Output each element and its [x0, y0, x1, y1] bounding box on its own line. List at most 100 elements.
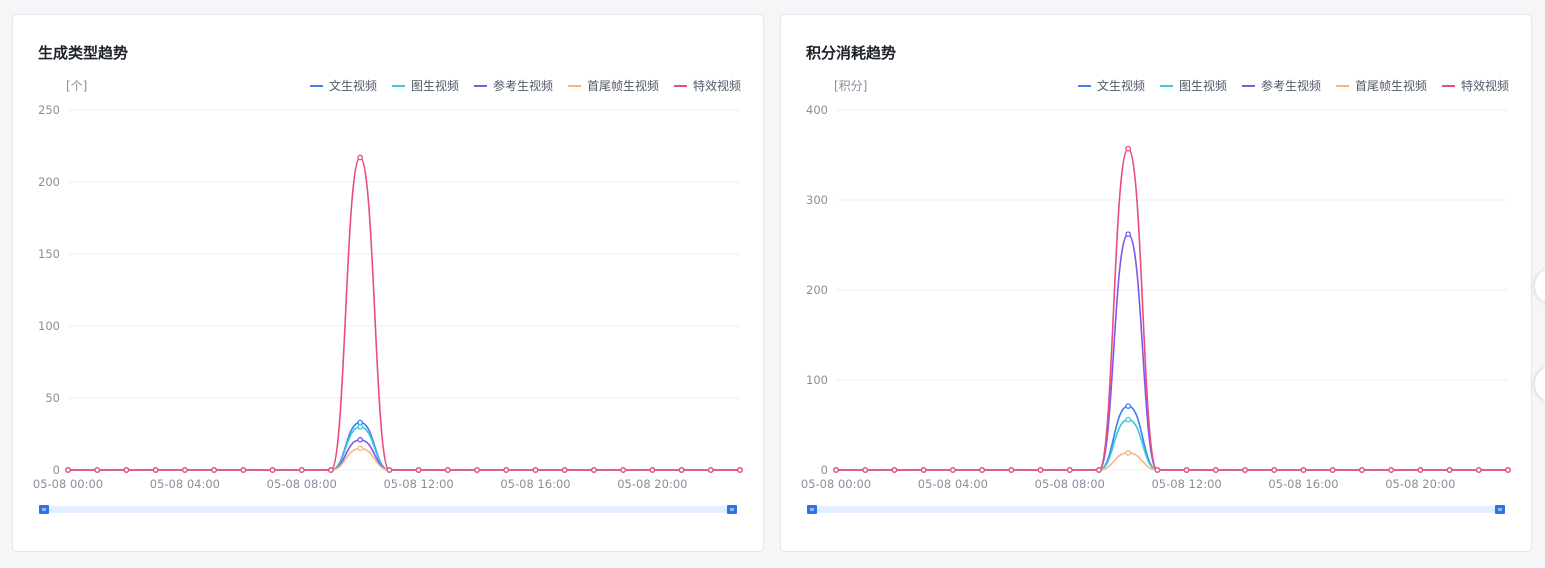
data-point	[891, 467, 898, 473]
series-line	[835, 452, 1508, 471]
data-point	[328, 467, 334, 473]
x-tick-label: 05-08 12:00	[1151, 477, 1221, 491]
data-point	[1417, 467, 1424, 473]
legend-label: 文生视频	[329, 78, 377, 93]
data-point	[182, 467, 188, 473]
zoom-slider-handle	[727, 505, 737, 514]
zoom-slider-track	[43, 506, 735, 513]
y-tick-label: 250	[38, 103, 60, 117]
data-point	[833, 467, 839, 473]
data-point	[1037, 467, 1044, 473]
points-consumption-card: 积分消耗趋势 [积分] 0 100 200 300 400 05-08 00:00 05-08…	[780, 14, 1532, 552]
data-point	[1154, 467, 1161, 473]
data-point	[152, 467, 159, 473]
data-point	[1271, 467, 1278, 473]
zoom-slider-track	[811, 506, 1503, 513]
x-tick-label: 05-08 00:00	[801, 477, 871, 491]
zoom-slider-handle	[807, 505, 817, 514]
series-line	[67, 421, 740, 471]
y-tick-label: 0	[821, 463, 828, 477]
x-tick-label: 05-08 20:00	[617, 477, 687, 491]
data-point	[1475, 467, 1482, 473]
x-tick-label: 05-08 04:00	[918, 477, 988, 491]
legend-label: 特效视频	[693, 78, 741, 93]
data-point	[1008, 467, 1015, 473]
data-point	[1300, 467, 1307, 473]
data-point	[591, 467, 597, 473]
series-line	[67, 156, 740, 471]
data-point	[357, 154, 364, 161]
data-point	[1125, 145, 1132, 152]
data-point	[1446, 467, 1453, 473]
x-tick-label: 05-08 16:00	[1268, 477, 1338, 491]
series-line	[835, 233, 1508, 471]
x-tick-label: 05-08 08:00	[1035, 477, 1105, 491]
side-toolbar-button[interactable]	[1535, 366, 1545, 402]
y-tick-label: 400	[806, 103, 828, 117]
data-point	[1125, 403, 1132, 409]
legend-label: 参考生视频	[493, 78, 553, 93]
y-tick-label: 150	[38, 247, 60, 261]
y-tick-label: 0	[53, 463, 60, 477]
data-point	[1125, 450, 1132, 456]
data-point	[532, 467, 539, 473]
data-point	[620, 467, 626, 473]
floating-side-toolbar[interactable]	[1535, 268, 1545, 468]
data-point	[737, 467, 743, 473]
data-point	[240, 467, 247, 473]
y-tick-label: 100	[38, 319, 60, 333]
data-point	[862, 467, 869, 473]
data-point	[415, 467, 422, 473]
data-point	[979, 467, 985, 473]
data-point	[357, 423, 364, 430]
data-point	[1183, 467, 1190, 473]
data-point	[1096, 467, 1102, 473]
data-point	[1242, 467, 1248, 473]
x-tick-label: 05-08 00:00	[33, 477, 103, 491]
data-point	[649, 467, 656, 473]
data-point	[707, 467, 714, 473]
x-tick-label: 05-08 12:00	[383, 477, 453, 491]
y-axis-label: [积分]	[834, 79, 867, 93]
data-point	[269, 467, 276, 473]
series-line	[835, 418, 1508, 471]
series-line	[67, 425, 740, 471]
y-axis-label: [个]	[66, 79, 87, 93]
data-point	[1212, 467, 1219, 473]
y-tick-label: 200	[38, 175, 60, 189]
zoom-slider-handle	[39, 505, 49, 514]
x-tick-label: 05-08 20:00	[1385, 477, 1455, 491]
data-point	[1066, 467, 1073, 473]
y-tick-label: 50	[45, 391, 60, 405]
data-point	[386, 467, 393, 473]
x-tick-label: 05-08 04:00	[150, 477, 220, 491]
legend-label: 文生视频	[1097, 78, 1145, 93]
side-toolbar-button[interactable]	[1535, 268, 1545, 304]
y-tick-label: 300	[806, 193, 828, 207]
data-point	[123, 467, 130, 473]
data-point	[1125, 231, 1132, 238]
data-point	[94, 467, 101, 473]
legend-label: 首尾帧生视频	[1355, 78, 1427, 93]
series-line	[67, 438, 740, 471]
data-point	[920, 467, 927, 473]
x-tick-label: 05-08 08:00	[267, 477, 337, 491]
data-point	[1388, 467, 1394, 473]
data-point	[211, 467, 217, 473]
data-point	[357, 436, 364, 443]
data-point	[1505, 467, 1511, 473]
data-point	[444, 467, 451, 473]
legend-label: 图生视频	[411, 78, 459, 93]
generation-trend-chart: [个] 0 50 100 150 200 250 05-08 00:00 05-08 04:00…	[33, 78, 743, 514]
legend-label: 图生视频	[1179, 78, 1227, 93]
data-point	[950, 467, 956, 473]
points-consumption-chart: [积分] 0 100 200 300 400 05-08 00:00 05-08 04:00 0…	[801, 78, 1511, 514]
data-point	[357, 445, 364, 452]
generation-trend-card: 生成类型趋势 [个] 0 50 100 150 200 250 05-08 00:00 05-0…	[12, 14, 764, 552]
y-tick-label: 100	[806, 373, 828, 387]
legend-label: 特效视频	[1461, 78, 1509, 93]
x-tick-label: 05-08 16:00	[500, 477, 570, 491]
data-point	[678, 467, 685, 473]
legend-label: 参考生视频	[1261, 78, 1321, 93]
data-point	[65, 467, 71, 473]
